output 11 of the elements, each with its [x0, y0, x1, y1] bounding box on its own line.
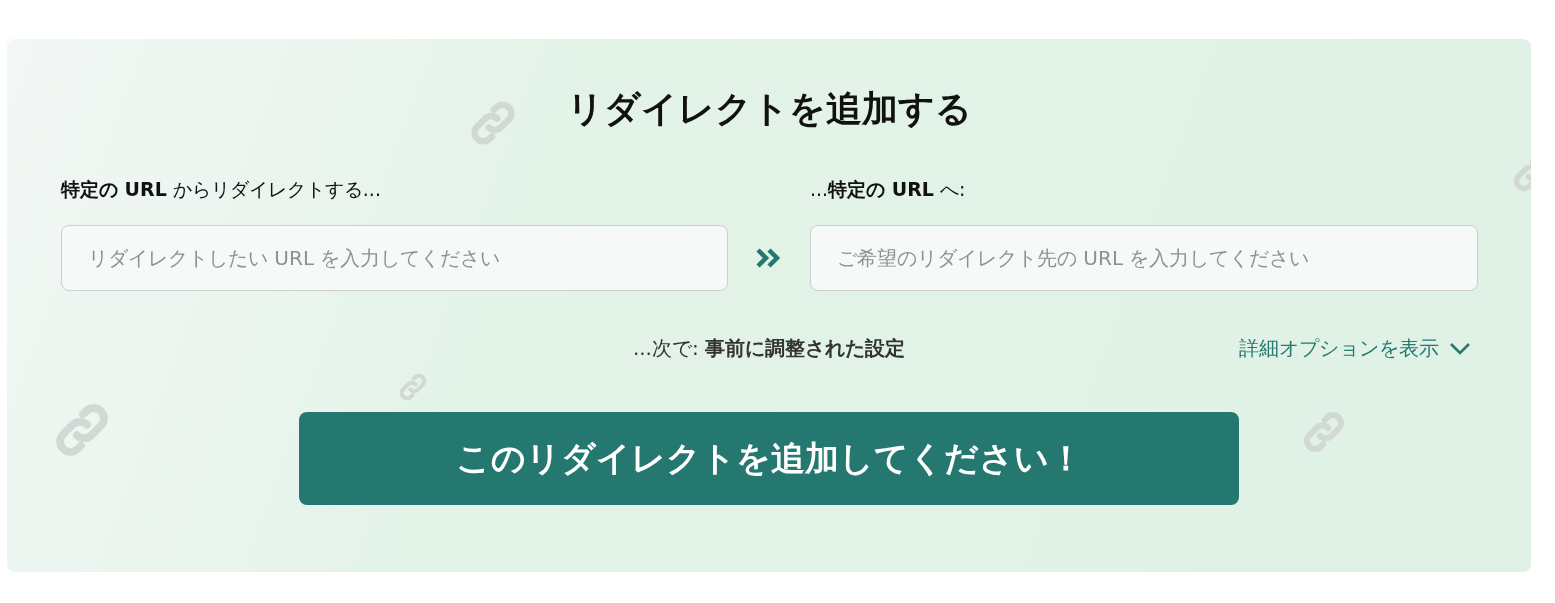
- field-label: 特定の URL からリダイレクトする...: [61, 177, 382, 202]
- settings-text: ...次で: 事前に調整された設定: [632, 335, 906, 362]
- page-title: リダイレクトを追加する: [566, 91, 972, 127]
- source-url-field[interactable]: リダイレクトしたい URL を入力してください: [61, 225, 728, 291]
- target-url-field[interactable]: ご希望のリダイレクト先の URL を入力してください: [810, 225, 1478, 291]
- add-redirect-button[interactable]: このリダイレクトを追加してください！: [299, 412, 1239, 505]
- field-label: ...特定の URL へ:: [810, 177, 967, 202]
- link-icon: [397, 371, 429, 403]
- advanced-options-link[interactable]: 詳細オプションを表示: [1239, 335, 1471, 362]
- double-chevron-icon: [756, 248, 782, 268]
- chevron-down-icon: [1449, 341, 1471, 356]
